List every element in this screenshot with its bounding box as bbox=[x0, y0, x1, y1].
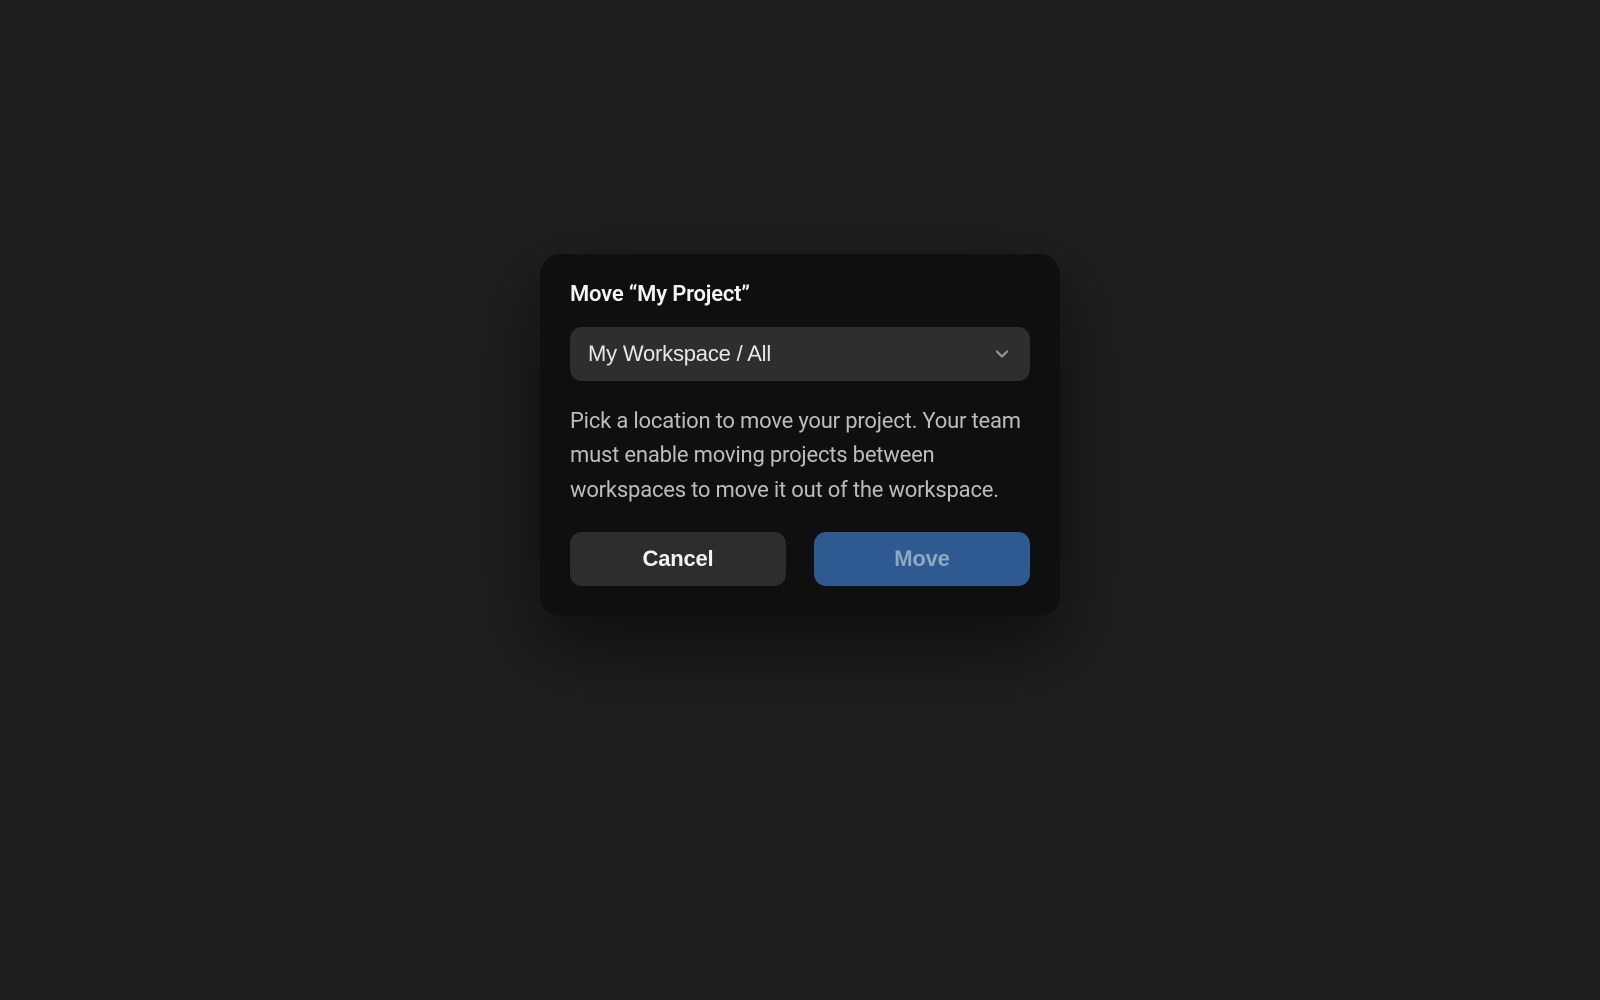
modal-description: Pick a location to move your project. Yo… bbox=[570, 405, 1030, 507]
button-row: Cancel Move bbox=[570, 532, 1030, 586]
move-project-modal: Move “My Project” My Workspace / All Pic… bbox=[540, 254, 1060, 615]
cancel-button[interactable]: Cancel bbox=[570, 532, 786, 586]
location-select[interactable]: My Workspace / All bbox=[570, 327, 1030, 381]
move-button[interactable]: Move bbox=[814, 532, 1030, 586]
modal-title: Move “My Project” bbox=[570, 282, 1030, 307]
location-select-value: My Workspace / All bbox=[588, 341, 771, 367]
chevron-down-icon bbox=[992, 344, 1012, 364]
